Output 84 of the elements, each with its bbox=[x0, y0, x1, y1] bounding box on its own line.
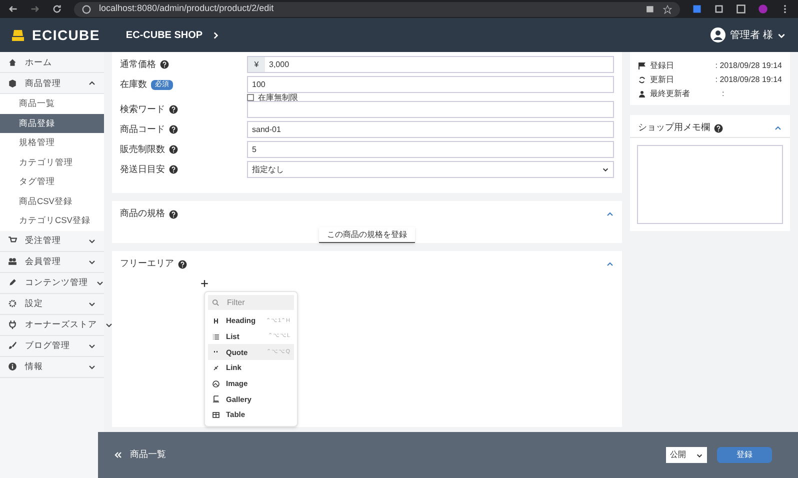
help-icon bbox=[714, 124, 723, 132]
chevron-up-icon[interactable] bbox=[774, 124, 782, 132]
input-field[interactable] bbox=[247, 101, 614, 118]
checkbox-label[interactable]: 在庫無制限 bbox=[247, 93, 614, 102]
sidebar-subitem[interactable]: 商品一覧 bbox=[0, 94, 104, 114]
info-label: 更新日 bbox=[650, 74, 675, 86]
reload-icon bbox=[52, 4, 62, 14]
sidebar-item[interactable]: コンテンツ管理 bbox=[0, 272, 104, 294]
info-label: 登録日 bbox=[650, 60, 675, 72]
back-icon bbox=[8, 4, 18, 14]
chevron-down-icon bbox=[602, 166, 609, 173]
info-icon bbox=[82, 4, 91, 14]
pen-icon bbox=[8, 278, 17, 287]
sidebar-item[interactable]: 設定 bbox=[0, 294, 104, 314]
info-icon bbox=[8, 362, 17, 371]
sidebar-item[interactable]: 情報 bbox=[0, 356, 104, 378]
input-field[interactable]: 100 bbox=[247, 76, 614, 93]
star-icon bbox=[663, 4, 672, 14]
sidebar-item[interactable]: 会員管理 bbox=[0, 252, 104, 272]
user-avatar-icon bbox=[710, 27, 726, 43]
field-label: 検索ワード bbox=[120, 103, 165, 116]
user-icon bbox=[638, 90, 646, 98]
sidebar-subitem[interactable]: タグ管理 bbox=[0, 172, 104, 192]
sidebar-subitem[interactable]: カテゴリCSV登録 bbox=[0, 211, 104, 230]
flag-icon bbox=[638, 62, 646, 70]
search-icon bbox=[212, 299, 219, 306]
list-icon bbox=[212, 332, 220, 341]
back-link[interactable]: 商品一覧 bbox=[114, 448, 166, 462]
forward-icon bbox=[30, 4, 40, 14]
sidebar-item[interactable]: 受注管理 bbox=[0, 230, 104, 252]
table-icon bbox=[212, 410, 220, 419]
sidebar-item[interactable]: ブログ管理 bbox=[0, 336, 104, 356]
info-label: 最終更新者 bbox=[650, 88, 691, 100]
shop-link[interactable]: EC-CUBE SHOP bbox=[126, 28, 220, 42]
field-label: 在庫数 bbox=[120, 78, 147, 91]
box-icon bbox=[8, 78, 17, 88]
field-label: 商品コード bbox=[120, 123, 165, 136]
field-label: 販売制限数 bbox=[120, 143, 165, 156]
status-select[interactable]: 公開 bbox=[666, 447, 707, 463]
sidebar-item[interactable]: ホーム bbox=[0, 52, 104, 73]
gallery-icon bbox=[212, 395, 220, 404]
sync-icon bbox=[638, 76, 646, 84]
register-button[interactable]: 登録 bbox=[717, 447, 772, 463]
plus-icon bbox=[200, 279, 209, 288]
sidebar-item[interactable]: オーナーズストア bbox=[0, 314, 104, 336]
select-field[interactable]: 指定なし bbox=[247, 161, 614, 178]
home-icon bbox=[8, 58, 17, 66]
chevron-up-icon[interactable] bbox=[606, 260, 614, 268]
sidebar-subitem[interactable]: 商品CSV登録 bbox=[0, 192, 104, 211]
checkbox[interactable] bbox=[247, 94, 254, 101]
cart-icon bbox=[8, 236, 17, 245]
gear-icon bbox=[8, 299, 17, 308]
user-menu[interactable]: 管理者 様 bbox=[710, 27, 786, 43]
help-icon bbox=[178, 260, 187, 268]
sidebar-subitem[interactable]: 規格管理 bbox=[0, 133, 104, 152]
double-chevron-left-icon bbox=[114, 451, 122, 459]
brush-icon bbox=[8, 341, 17, 350]
field-label: 通常価格 bbox=[120, 58, 156, 71]
card-title: ショップ用メモ欄 bbox=[638, 121, 710, 134]
plug-icon bbox=[8, 320, 17, 329]
users-icon bbox=[8, 257, 17, 266]
avatar-icon bbox=[758, 4, 768, 14]
logo-text: ECICUBE bbox=[32, 26, 100, 44]
address-bar[interactable]: localhost:8080/admin/product/product/2/edit bbox=[74, 2, 680, 16]
image-icon bbox=[212, 380, 220, 388]
info-value: : bbox=[722, 88, 724, 100]
chevron-up-icon[interactable] bbox=[606, 210, 614, 218]
card-title: フリーエリア bbox=[120, 257, 174, 270]
input-field[interactable]: 5 bbox=[247, 141, 614, 158]
heading-icon bbox=[212, 316, 220, 325]
card-title: 商品の規格 bbox=[120, 207, 165, 220]
field-label: 発送日目安 bbox=[120, 163, 165, 176]
sidebar-subitem[interactable]: 商品登録 bbox=[0, 114, 104, 133]
info-value: : 2018/09/28 19:14 bbox=[715, 60, 782, 72]
extension-icon bbox=[692, 4, 702, 14]
sidebar-icon bbox=[736, 4, 746, 14]
info-value: : 2018/09/28 19:14 bbox=[715, 74, 782, 86]
sidebar-subitem[interactable]: カテゴリ管理 bbox=[0, 152, 104, 172]
help-icon bbox=[169, 210, 178, 218]
register-class-button[interactable]: この商品の規格を登録 bbox=[319, 227, 415, 243]
input-field[interactable]: sand-01 bbox=[247, 121, 614, 138]
url-text: localhost:8080/admin/product/product/2/edit bbox=[99, 2, 274, 16]
price-field[interactable]: ¥ 3,000 bbox=[247, 56, 614, 73]
chevron-down-icon bbox=[696, 452, 703, 458]
